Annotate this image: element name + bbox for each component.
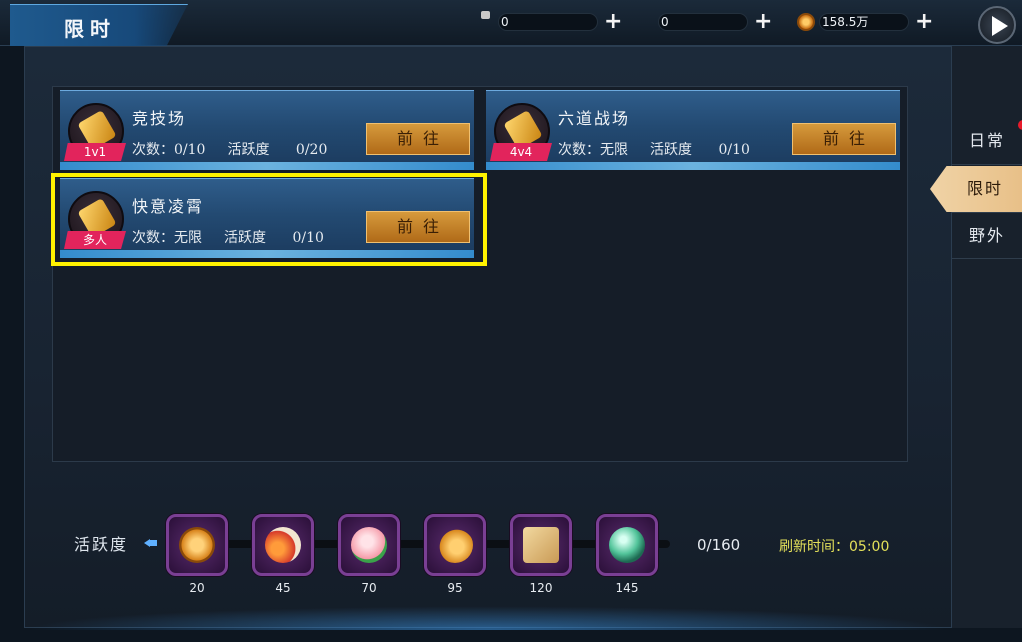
- active-value: 0/10: [718, 142, 750, 158]
- reward-chest-120[interactable]: 120: [510, 514, 572, 595]
- reward-chest-20[interactable]: 20: [166, 514, 228, 595]
- copper-resource: 158.5万 +: [797, 11, 933, 33]
- locked-ingot-icon: [437, 527, 473, 563]
- count-text: 次数：0/10: [132, 142, 206, 158]
- copper-value: 158.5万: [819, 13, 909, 31]
- coin-icon: [797, 13, 819, 31]
- ingot-plus-button[interactable]: +: [754, 11, 772, 33]
- activity-stats: 次数：0/10 活跃度 0/20: [132, 139, 349, 159]
- treasure-map-icon: [523, 527, 559, 563]
- page-title: 限时: [64, 17, 116, 41]
- top-bar: 限时 0 + 0 + 158.5万 +: [0, 0, 1022, 46]
- reward-chest-95[interactable]: 95: [424, 514, 486, 595]
- count-text: 次数：无限: [558, 142, 628, 158]
- reward-threshold: 120: [529, 581, 553, 595]
- mode-tag: 1v1: [64, 143, 126, 161]
- locked-ingot-icon: [476, 11, 498, 31]
- tab-field[interactable]: 野外: [952, 213, 1022, 259]
- jade-orb-icon: [609, 527, 645, 563]
- reward-threshold: 145: [615, 581, 639, 595]
- activity-card-battlefield[interactable]: 4v4 六道战场 次数：无限 活跃度 0/10 前往: [486, 90, 900, 170]
- reward-threshold: 70: [361, 581, 377, 595]
- active-label: 活跃度: [227, 142, 270, 158]
- refresh-time: 刷新时间：05:00: [779, 539, 890, 555]
- selection-highlight: [51, 173, 487, 266]
- mode-tag: 4v4: [490, 143, 552, 161]
- ingot-value: 0: [658, 13, 748, 31]
- peach-icon: [351, 527, 387, 563]
- active-label: 活跃度: [650, 142, 692, 158]
- tab-divider: [952, 258, 1022, 259]
- tab-limited[interactable]: 限时: [930, 166, 1022, 212]
- reward-threshold: 95: [447, 581, 463, 595]
- go-button[interactable]: 前往: [792, 123, 896, 155]
- ingot-icon: [636, 13, 658, 31]
- side-tab-bar: 日常 限时 野外: [930, 46, 1022, 628]
- gourd-icon: [265, 527, 301, 563]
- arrow-left-icon: [144, 539, 158, 547]
- bound-ingot-plus-button[interactable]: +: [604, 11, 622, 33]
- reward-threshold: 20: [189, 581, 205, 595]
- reward-chest-70[interactable]: 70: [338, 514, 400, 595]
- activity-name: 竞技场: [132, 109, 187, 128]
- ingot-resource: 0 +: [636, 11, 772, 33]
- active-value: 0/20: [295, 142, 328, 158]
- activity-stats: 次数：无限 活跃度 0/10: [558, 139, 772, 159]
- notification-dot: [1018, 120, 1022, 130]
- tab-divider: [952, 164, 1022, 165]
- copper-coin-icon: [179, 527, 215, 563]
- frame-glow: [24, 606, 952, 630]
- copper-plus-button[interactable]: +: [915, 11, 933, 33]
- activity-bar-label: 活跃度: [74, 535, 129, 554]
- go-button[interactable]: 前往: [366, 123, 470, 155]
- bound-ingot-value: 0: [498, 13, 598, 31]
- title-tab: 限时: [10, 4, 188, 46]
- reward-chest-45[interactable]: 45: [252, 514, 314, 595]
- reward-threshold: 45: [275, 581, 291, 595]
- activity-card-arena[interactable]: 1v1 竞技场 次数：0/10 活跃度 0/20 前往: [60, 90, 474, 170]
- bound-ingot-resource: 0 +: [476, 11, 622, 33]
- activity-progress-text: 0/160: [697, 536, 741, 554]
- next-arrow-button[interactable]: [978, 6, 1016, 44]
- reward-chest-145[interactable]: 145: [596, 514, 658, 595]
- tab-daily[interactable]: 日常: [952, 118, 1022, 164]
- activity-name: 六道战场: [558, 109, 631, 128]
